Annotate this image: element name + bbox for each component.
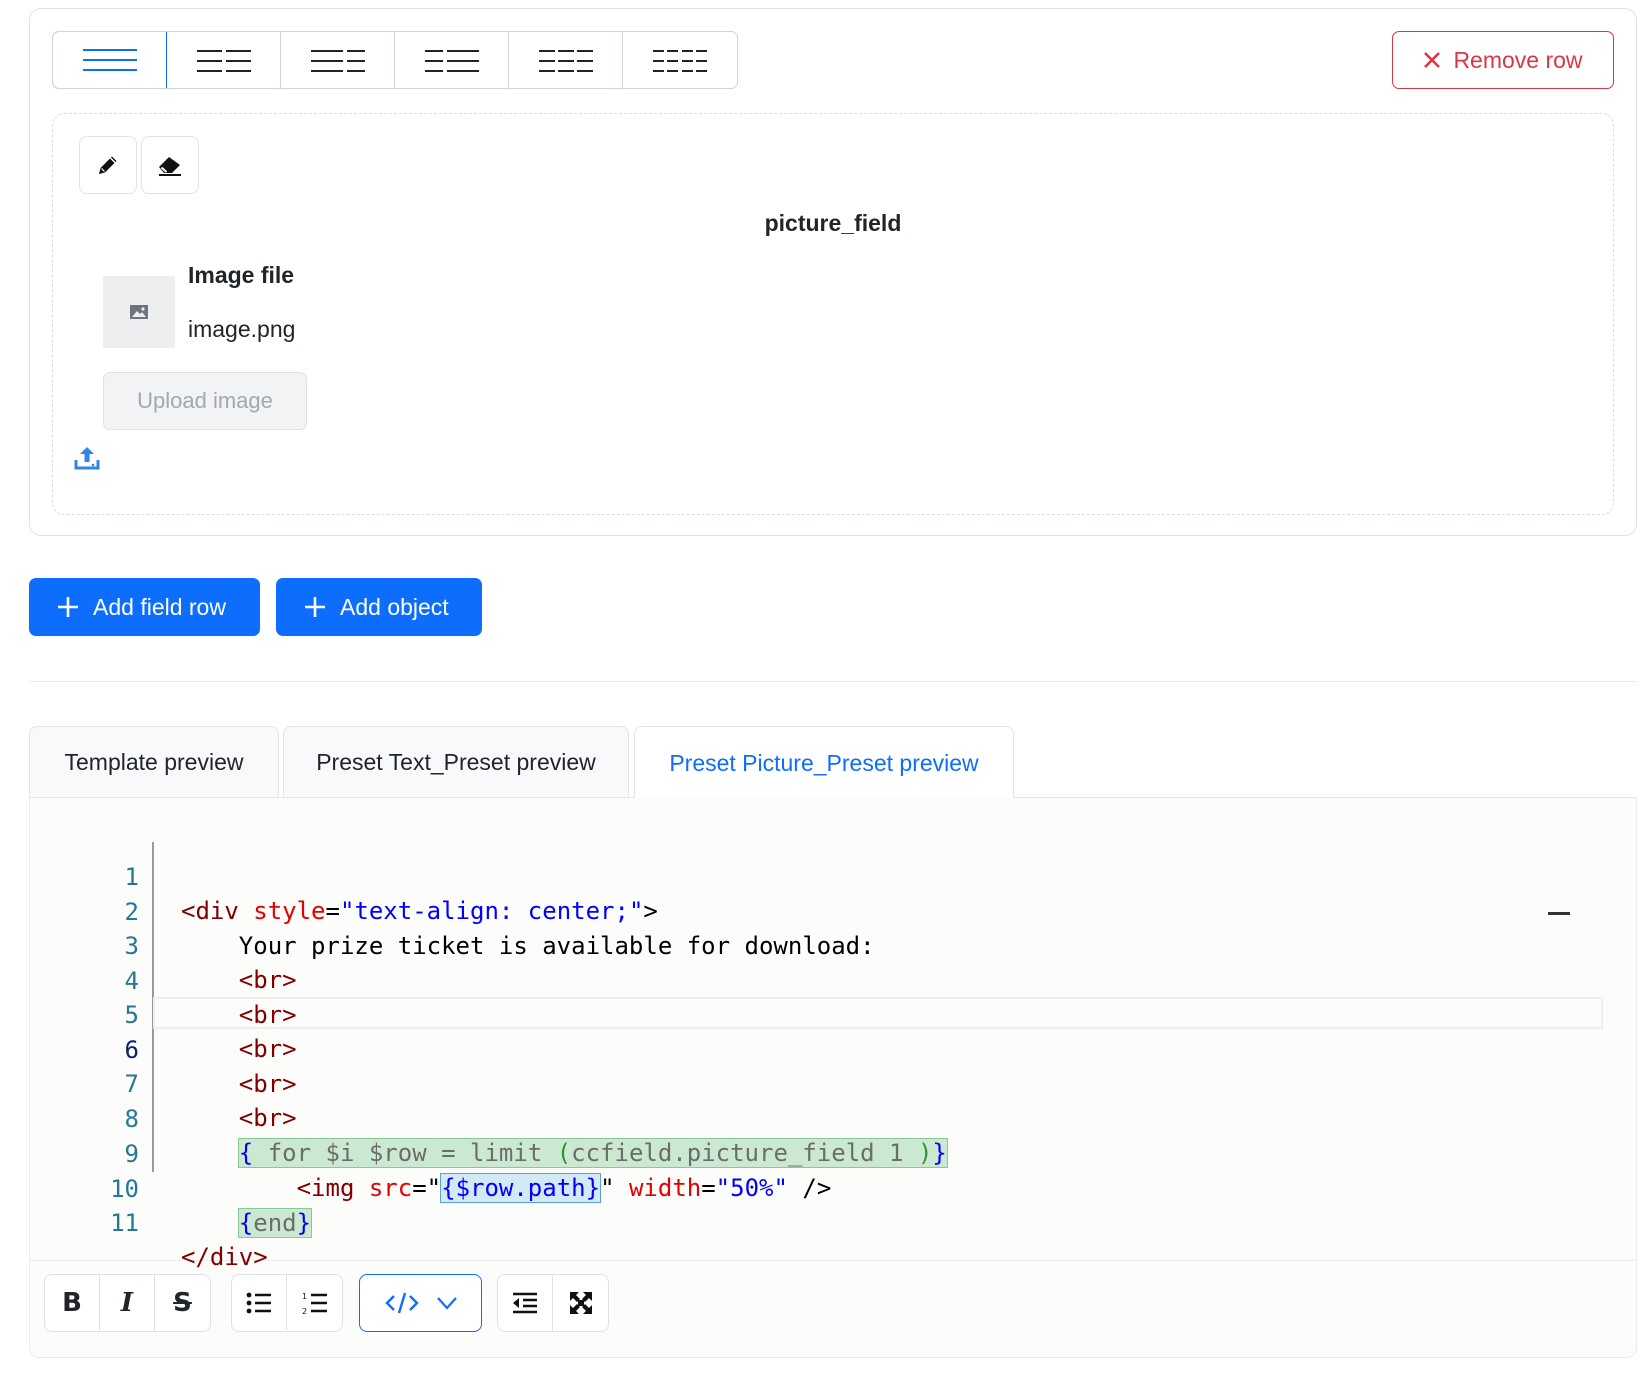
pencil-icon xyxy=(99,156,117,174)
image-file-name: image.png xyxy=(188,316,296,342)
remove-row-button[interactable]: Remove row xyxy=(1392,31,1614,89)
picture-field-box: picture_field Image file image.png Uploa… xyxy=(52,113,1614,515)
code-line[interactable]: 2 Your prize ticket is available for dow… xyxy=(29,861,1637,960)
fullscreen-icon xyxy=(569,1292,592,1314)
code-line[interactable]: 11 </div> xyxy=(29,1172,1637,1271)
code-line[interactable]: 5 <br> xyxy=(29,964,1637,1063)
row-layout-selector xyxy=(52,31,738,89)
view-options-group xyxy=(497,1274,609,1332)
remove-row-label: Remove row xyxy=(1453,46,1583,73)
strikethrough-icon: S xyxy=(173,1288,192,1318)
layout-2-columns-wide-right-button[interactable] xyxy=(395,32,509,88)
layout-2-columns-button[interactable] xyxy=(167,32,281,88)
code-line[interactable]: 10 {end} xyxy=(29,1138,1637,1238)
line-number: 11 xyxy=(110,1209,139,1237)
numbered-list-icon: 1 2 xyxy=(302,1292,327,1315)
toolbar-separator xyxy=(30,1260,1636,1261)
section-divider xyxy=(29,681,1637,682)
code-line[interactable]: 3 <br> xyxy=(29,895,1637,994)
outdent-button[interactable] xyxy=(498,1275,553,1331)
chevron-down-icon xyxy=(436,1297,457,1310)
svg-text:1: 1 xyxy=(302,1292,307,1301)
code-line[interactable]: 9 <img src="{$row.path}" width="50%" /> xyxy=(29,1103,1637,1203)
fullscreen-button[interactable] xyxy=(553,1275,608,1331)
list-format-group: 1 2 xyxy=(231,1274,343,1332)
add-field-row-label: Add field row xyxy=(93,593,226,620)
code-line-current[interactable]: 6 <br> xyxy=(29,999,1637,1098)
bullet-list-button[interactable] xyxy=(232,1275,287,1331)
add-field-row-button[interactable]: Add field row xyxy=(29,578,260,636)
plus-icon xyxy=(305,597,325,617)
layout-wide-right-icon xyxy=(424,50,479,72)
plus-icon xyxy=(58,597,78,617)
italic-button[interactable]: I xyxy=(100,1275,155,1331)
code-view-dropdown[interactable] xyxy=(359,1274,482,1332)
edit-field-button[interactable] xyxy=(79,136,137,194)
bold-icon: B xyxy=(62,1288,82,1318)
code-line[interactable]: 1 <div style="text-align: center;"> xyxy=(29,826,1637,925)
layout-4-columns-icon xyxy=(653,50,707,72)
image-file-label: Image file xyxy=(188,262,295,288)
layout-3-columns-icon xyxy=(538,50,593,72)
layout-3-columns-button[interactable] xyxy=(509,32,623,88)
code-icon xyxy=(384,1292,419,1314)
numbered-list-button[interactable]: 1 2 xyxy=(287,1275,342,1331)
code-line[interactable]: 8 { for $i $row = limit (ccfield.picture… xyxy=(29,1068,1637,1168)
tab-preset-text-preview[interactable]: Preset Text_Preset preview xyxy=(283,726,629,798)
close-icon xyxy=(1424,52,1441,68)
image-thumbnail xyxy=(103,276,175,348)
bullet-list-icon xyxy=(246,1292,271,1314)
add-object-button[interactable]: Add object xyxy=(276,578,482,636)
tab-preset-picture-preview[interactable]: Preset Picture_Preset preview xyxy=(634,726,1014,799)
image-icon xyxy=(130,305,148,319)
code-line[interactable]: 4 <br> xyxy=(29,930,1637,1029)
code-line[interactable]: 7 <br> xyxy=(29,1033,1637,1132)
text-format-group: B I S xyxy=(44,1274,211,1332)
layout-4-columns-button[interactable] xyxy=(623,32,737,88)
layout-1-column-button[interactable] xyxy=(53,32,167,88)
upload-image-button[interactable]: Upload image xyxy=(103,372,307,430)
add-object-label: Add object xyxy=(340,593,449,620)
layout-2-columns-wide-left-button[interactable] xyxy=(281,32,395,88)
strikethrough-button[interactable]: S xyxy=(155,1275,210,1331)
clear-field-button[interactable] xyxy=(141,136,199,194)
layout-wide-left-icon xyxy=(310,50,365,72)
tab-template-preview[interactable]: Template preview xyxy=(29,726,279,798)
layout-2-columns-icon xyxy=(196,50,251,72)
outdent-icon xyxy=(513,1292,537,1314)
field-title: picture_field xyxy=(764,210,902,236)
field-row-card: Remove row picture_field Image file imag… xyxy=(29,8,1637,536)
svg-text:2: 2 xyxy=(302,1307,307,1315)
upload-icon[interactable] xyxy=(73,444,101,477)
eraser-icon xyxy=(159,157,181,176)
layout-1-column-icon xyxy=(82,49,137,71)
italic-icon: I xyxy=(120,1288,134,1318)
